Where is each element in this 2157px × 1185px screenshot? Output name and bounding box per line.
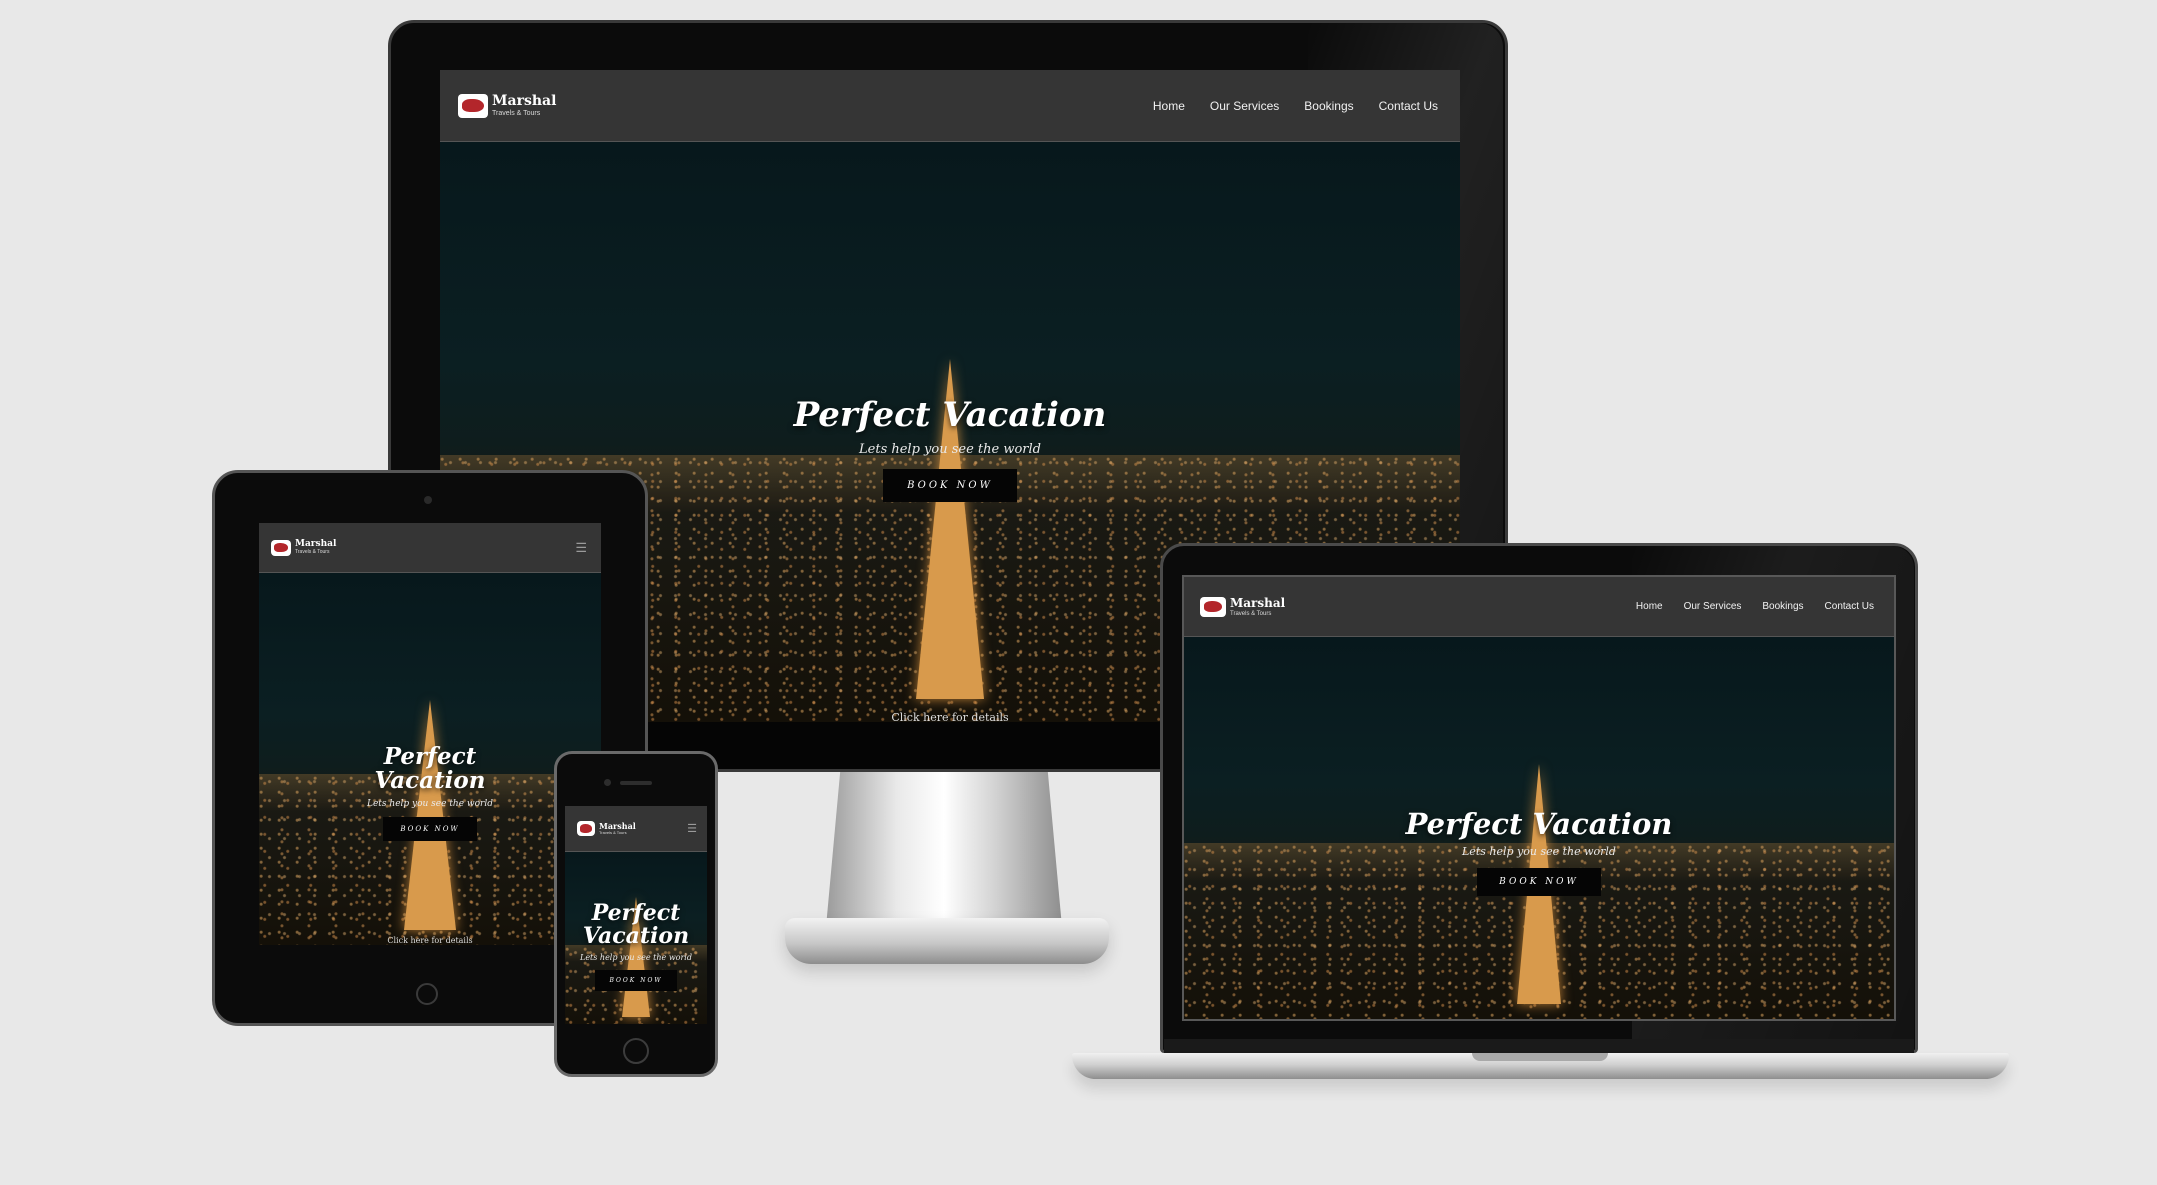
phone-logo[interactable]: Marshal Travels & Tours xyxy=(577,821,636,836)
nav-bookings[interactable]: Bookings xyxy=(1762,601,1803,612)
brand-tagline: Travels & Tours xyxy=(295,549,330,555)
tablet-screen: Marshal Travels & Tours ☰ Perfect Vacati… xyxy=(259,523,601,945)
logo-text: Marshal Travels & Tours xyxy=(599,822,636,835)
brand-tagline: Travels & Tours xyxy=(1230,610,1272,617)
laptop-screen: Marshal Travels & Tours Home Our Service… xyxy=(1182,575,1896,1021)
tablet-logo[interactable]: Marshal Travels & Tours xyxy=(271,539,336,556)
nav-our-services[interactable]: Our Services xyxy=(1684,601,1742,612)
phone-navbar: Marshal Travels & Tours ☰ xyxy=(565,806,707,852)
phone-site: Marshal Travels & Tours ☰ Perfect Vacati… xyxy=(565,806,707,1024)
tablet-hero: Perfect Vacation Lets help you see the w… xyxy=(259,573,601,945)
hero-subtitle: Lets help you see the world xyxy=(1462,845,1616,859)
hero-subtitle: Lets help you see the world xyxy=(859,441,1041,457)
hero-subtitle: Lets help you see the world xyxy=(580,953,692,963)
book-now-button[interactable]: BOOK NOW xyxy=(1477,868,1601,897)
nav-bookings[interactable]: Bookings xyxy=(1304,99,1353,113)
tablet-site: Marshal Travels & Tours ☰ Perfect Vacati… xyxy=(259,523,601,945)
desktop-logo[interactable]: Marshal Travels & Tours xyxy=(458,93,556,118)
nav-home[interactable]: Home xyxy=(1153,99,1185,113)
tablet-camera-icon xyxy=(424,496,432,504)
logo-text: Marshal Travels & Tours xyxy=(492,94,556,117)
hero-subtitle: Lets help you see the world xyxy=(367,799,493,810)
laptop-notch xyxy=(1472,1053,1608,1061)
logo-text: Marshal Travels & Tours xyxy=(1230,597,1285,617)
tablet-home-button[interactable] xyxy=(416,983,438,1005)
phone-speaker-icon xyxy=(620,781,652,785)
phone-hero: Perfect Vacation Lets help you see the w… xyxy=(565,852,707,1024)
book-now-button[interactable]: BOOK NOW xyxy=(383,817,477,842)
phone: Marshal Travels & Tours ☰ Perfect Vacati… xyxy=(554,751,718,1077)
nav-home[interactable]: Home xyxy=(1636,601,1663,612)
laptop-hero: Perfect Vacation Lets help you see the w… xyxy=(1184,637,1894,1019)
monitor-stand-neck xyxy=(826,772,1062,927)
details-link[interactable]: Click here for details xyxy=(259,936,601,945)
brand-tagline: Travels & Tours xyxy=(599,830,627,835)
phone-hero-content: Perfect Vacation Lets help you see the w… xyxy=(565,900,707,992)
hero-title-line1: Perfect xyxy=(383,743,477,770)
tablet-hero-content: Perfect Vacation Lets help you see the w… xyxy=(259,743,601,842)
phone-screen: Marshal Travels & Tours ☰ Perfect Vacati… xyxy=(565,806,707,1024)
hamburger-menu-icon[interactable]: ☰ xyxy=(575,540,587,556)
hero-title: Perfect Vacation xyxy=(793,395,1107,435)
phone-home-button[interactable] xyxy=(623,1038,649,1064)
logo-icon xyxy=(1200,596,1226,617)
hero-title-line2: Vacation xyxy=(582,923,690,950)
brand-name: Marshal xyxy=(599,821,636,831)
desktop-navbar: Marshal Travels & Tours Home Our Service… xyxy=(440,70,1460,142)
laptop-hinge xyxy=(1164,1039,1914,1053)
tablet-navbar: Marshal Travels & Tours ☰ xyxy=(259,523,601,573)
laptop-nav-links: Home Our Services Bookings Contact Us xyxy=(1636,601,1874,612)
laptop: Marshal Travels & Tours Home Our Service… xyxy=(1072,543,2009,1081)
nav-our-services[interactable]: Our Services xyxy=(1210,99,1279,113)
laptop-logo[interactable]: Marshal Travels & Tours xyxy=(1200,596,1285,617)
monitor-stand-base xyxy=(785,918,1109,964)
laptop-navbar: Marshal Travels & Tours Home Our Service… xyxy=(1184,577,1894,637)
logo-text: Marshal Travels & Tours xyxy=(295,540,336,555)
nav-contact-us[interactable]: Contact Us xyxy=(1379,99,1438,113)
book-now-button[interactable]: BOOK NOW xyxy=(883,468,1017,502)
laptop-hero-content: Perfect Vacation Lets help you see the w… xyxy=(1184,807,1894,897)
hero-title: Perfect Vacation xyxy=(1405,807,1673,841)
logo-icon xyxy=(271,539,291,556)
laptop-site: Marshal Travels & Tours Home Our Service… xyxy=(1184,577,1894,1019)
hero-title-line2: Vacation xyxy=(374,767,486,795)
desktop-nav-links: Home Our Services Bookings Contact Us xyxy=(1153,99,1438,113)
logo-icon xyxy=(577,821,595,836)
hamburger-menu-icon[interactable]: ☰ xyxy=(687,822,697,835)
brand-name: Marshal xyxy=(492,93,557,109)
brand-name: Marshal xyxy=(295,539,337,549)
brand-name: Marshal xyxy=(1230,595,1286,610)
nav-contact-us[interactable]: Contact Us xyxy=(1825,601,1874,612)
phone-camera-icon xyxy=(604,779,611,786)
book-now-button[interactable]: BOOK NOW xyxy=(595,970,677,992)
hero-title-line1: Perfect xyxy=(591,900,681,926)
brand-tagline: Travels & Tours xyxy=(492,110,541,117)
logo-icon xyxy=(458,93,488,118)
